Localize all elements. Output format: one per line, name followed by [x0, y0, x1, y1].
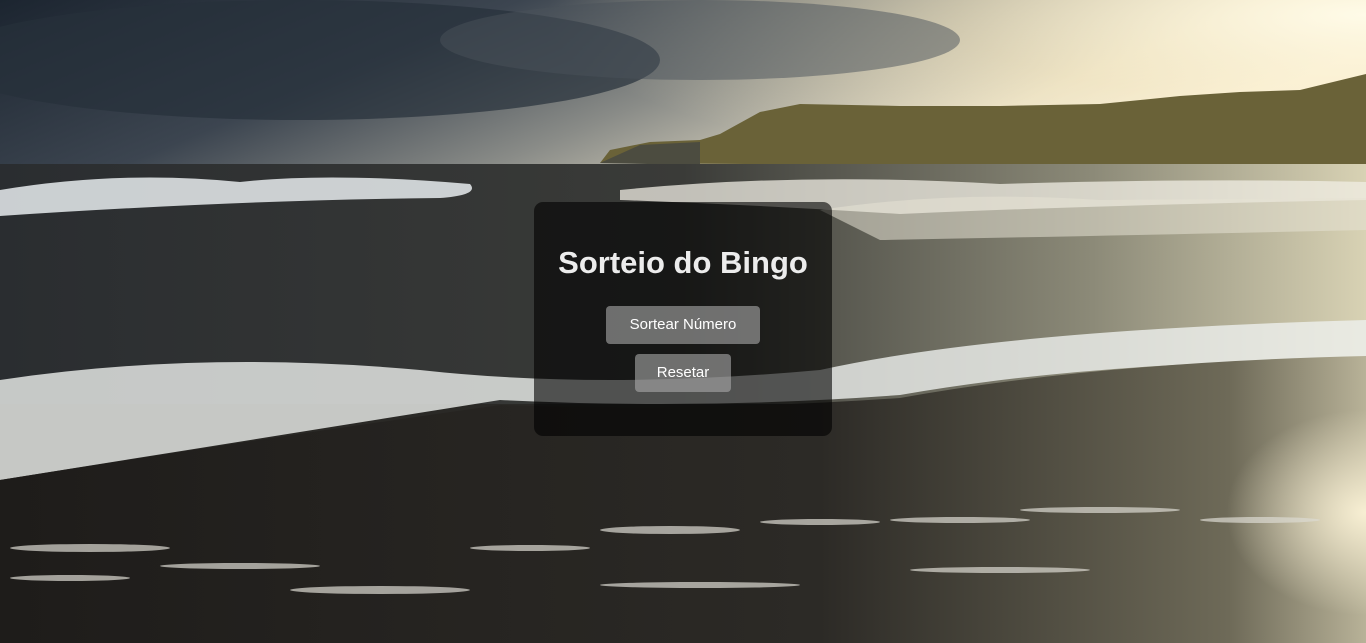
reset-button[interactable]: Resetar	[635, 354, 731, 392]
bingo-panel: Sorteio do Bingo Sortear Número Resetar	[534, 202, 832, 436]
draw-number-button[interactable]: Sortear Número	[606, 306, 760, 344]
page-title: Sorteio do Bingo	[558, 245, 808, 280]
